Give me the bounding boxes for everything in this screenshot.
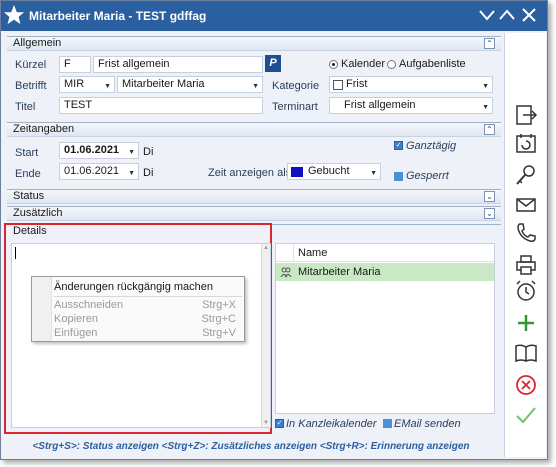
mail-icon[interactable]: [514, 193, 538, 217]
scroll-up-icon[interactable]: ▲: [262, 244, 270, 252]
betrifft-code-select[interactable]: MIR: [59, 76, 115, 93]
title-bar: Mitarbeiter Maria - TEST gdffag: [1, 1, 547, 31]
recurrence-icon[interactable]: [514, 131, 538, 155]
expand-icon[interactable]: ⌄: [484, 208, 495, 219]
star-icon: [3, 4, 25, 25]
participant-row[interactable]: Mitarbeiter Maria: [276, 263, 494, 281]
titel-input[interactable]: TEST: [59, 97, 263, 114]
context-menu-gutter: [32, 277, 52, 341]
collapse-icon[interactable]: ⌃: [484, 38, 495, 49]
menu-item-undo-label: Änderungen rückgängig machen: [54, 281, 214, 293]
section-status-label: Status: [13, 190, 45, 202]
menu-item-paste-shortcut: Strg+V: [202, 327, 236, 339]
menu-item-cut-label: Ausschneiden: [54, 299, 124, 311]
section-zeitangaben[interactable]: Zeitangaben ⌃: [7, 122, 501, 137]
email-senden-checkbox[interactable]: [383, 419, 392, 428]
appointment-window: Mitarbeiter Maria - TEST gdffag Allgemei…: [0, 0, 548, 460]
participants-name-header[interactable]: Name: [298, 247, 327, 259]
zeit-anzeigen-value: Gebucht: [308, 165, 350, 177]
section-zusaetzlich[interactable]: Zusätzlich ⌄: [7, 206, 501, 221]
in-kanzleikalender-checkbox[interactable]: ✓: [275, 419, 284, 428]
scroll-down-icon[interactable]: ▼: [262, 419, 270, 427]
aufgabenliste-radio[interactable]: [387, 60, 396, 69]
people-icon: [280, 267, 292, 278]
participants-icon-column: [276, 244, 294, 262]
kategorie-label: Kategorie: [272, 80, 320, 92]
kalender-label: Kalender: [341, 58, 386, 70]
terminart-select[interactable]: Frist allgemein: [329, 97, 493, 114]
titel-label: Titel: [15, 101, 36, 113]
participant-name: Mitarbeiter Maria: [298, 266, 381, 278]
print-icon[interactable]: [514, 253, 538, 277]
gebucht-color-swatch: [291, 167, 303, 177]
ganztaegig-checkbox[interactable]: ✓: [394, 141, 403, 150]
chevron-down-icon[interactable]: [479, 8, 495, 22]
export-icon[interactable]: [514, 103, 538, 127]
key-icon[interactable]: [514, 163, 538, 187]
collapse-icon[interactable]: ⌃: [484, 124, 495, 135]
betrifft-label: Betrifft: [15, 80, 47, 92]
participants-list: Name Mitarbeiter Maria: [275, 243, 495, 414]
terminart-label: Terminart: [272, 101, 318, 113]
menu-item-cut-shortcut: Strg+X: [202, 299, 236, 311]
kalender-radio[interactable]: [329, 60, 338, 69]
ende-date-picker[interactable]: 01.06.2021: [59, 163, 139, 180]
email-senden-label: EMail senden: [394, 418, 461, 430]
shortcut-hint-bar: <Strg+S>: Status anzeigen <Strg+Z>: Zusä…: [32, 441, 470, 452]
zeit-anzeigen-select[interactable]: Gebucht: [287, 163, 381, 180]
start-label: Start: [15, 147, 39, 159]
start-date-picker[interactable]: 01.06.2021: [59, 142, 139, 159]
expand-icon[interactable]: ⌄: [484, 191, 495, 202]
chevron-up-icon[interactable]: [499, 8, 515, 22]
confirm-check-icon[interactable]: [514, 403, 538, 427]
phone-icon[interactable]: [514, 221, 538, 245]
window-title: Mitarbeiter Maria - TEST gdffag: [29, 9, 207, 23]
menu-separator: [54, 296, 242, 297]
in-kanzleikalender-label: In Kanzleikalender: [286, 418, 377, 430]
kuerzel-label: Kürzel: [15, 59, 47, 71]
alarm-clock-icon[interactable]: [514, 279, 538, 303]
section-zusaetzlich-label: Zusätzlich: [13, 207, 63, 219]
ende-weekday: Di: [143, 167, 154, 179]
menu-item-copy-shortcut: Strg+C: [201, 313, 236, 325]
close-icon[interactable]: [521, 8, 537, 22]
menu-item-undo[interactable]: Änderungen rückgängig machen: [54, 280, 244, 294]
add-icon[interactable]: [514, 311, 538, 335]
menu-item-paste-label: Einfügen: [54, 327, 98, 339]
menu-item-copy-label: Kopieren: [54, 313, 99, 325]
calendar-icon: [333, 80, 343, 90]
ganztaegig-label: Ganztägig: [406, 140, 457, 152]
menu-item-copy[interactable]: Kopieren Strg+C: [54, 312, 244, 326]
section-status[interactable]: Status ⌄: [7, 189, 501, 204]
participants-header: Name: [276, 244, 494, 262]
kuerzel-input[interactable]: F: [59, 56, 91, 73]
cancel-icon[interactable]: [514, 373, 538, 397]
gesperrt-checkbox[interactable]: [394, 172, 403, 181]
p-button[interactable]: P: [265, 55, 281, 72]
menu-item-cut[interactable]: Ausschneiden Strg+X: [54, 298, 244, 312]
action-toolbar: [504, 33, 546, 457]
frist-input[interactable]: Frist allgemein: [93, 56, 263, 73]
kategorie-value: Frist: [346, 78, 368, 90]
book-icon[interactable]: [514, 341, 538, 365]
betrifft-name-select[interactable]: Mitarbeiter Maria: [117, 76, 263, 93]
kategorie-select[interactable]: Frist: [329, 76, 493, 93]
context-menu: Änderungen rückgängig machen Ausschneide…: [31, 276, 245, 342]
section-allgemein[interactable]: Allgemein ⌃: [7, 36, 501, 51]
gesperrt-label: Gesperrt: [406, 170, 449, 182]
zeit-anzeigen-label: Zeit anzeigen als: [208, 167, 292, 179]
textarea-scrollbar[interactable]: ▲ ▼: [261, 244, 270, 427]
start-weekday: Di: [143, 146, 154, 158]
section-allgemein-label: Allgemein: [13, 37, 62, 49]
section-zeitangaben-label: Zeitangaben: [13, 123, 75, 135]
text-cursor: [15, 247, 16, 259]
menu-item-paste[interactable]: Einfügen Strg+V: [54, 326, 244, 340]
aufgabenliste-label: Aufgabenliste: [399, 58, 466, 70]
ende-label: Ende: [15, 168, 41, 180]
